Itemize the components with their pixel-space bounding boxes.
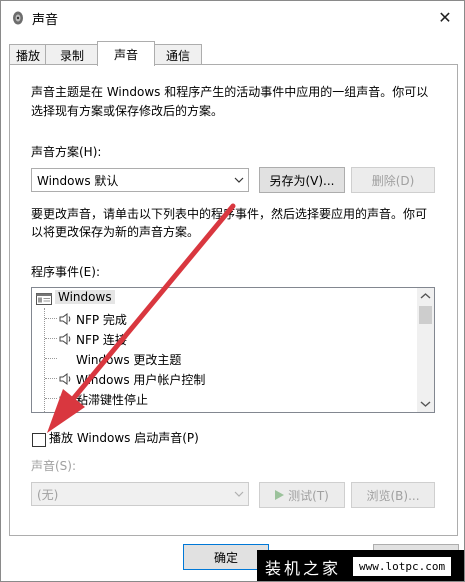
tab-recording[interactable]: 录制: [45, 44, 99, 65]
play-startup-sound-label: 播放 Windows 启动声音(P): [49, 431, 199, 445]
sound-label: 声音(S):: [31, 459, 77, 473]
speaker-app-icon: [13, 11, 23, 25]
list-item[interactable]: Windows 用户帐户控制: [32, 369, 417, 389]
list-item[interactable]: 粘滞键性停止: [32, 389, 417, 409]
speaker-icon: [59, 333, 71, 345]
close-icon: ✕: [438, 7, 452, 27]
chevron-down-icon[interactable]: [420, 400, 431, 408]
program-events-list[interactable]: Windows NFP 完成 NFP 连接 Windows 更改主题 Windo…: [31, 287, 435, 413]
play-icon: [275, 490, 285, 500]
close-button[interactable]: ✕: [431, 5, 459, 29]
save-as-button[interactable]: 另存为(V)...: [259, 167, 345, 193]
watermark-banner: 装机之家 www.lotpc.com: [257, 550, 464, 581]
chevron-up-icon[interactable]: [420, 292, 431, 300]
browse-label: 浏览(B)...: [366, 488, 420, 503]
chevron-down-icon: [234, 491, 244, 497]
delete-label: 删除(D): [371, 173, 415, 188]
list-item-label: 粘滞键性停止: [76, 393, 149, 407]
tab-label: 声音: [113, 47, 138, 62]
watermark-url: www.lotpc.com: [353, 557, 452, 576]
program-events-label: 程序事件(E):: [31, 265, 100, 279]
tab-label: 通信: [165, 48, 190, 63]
list-item-label: Windows 用户帐户控制: [76, 373, 206, 387]
delete-button[interactable]: 删除(D): [351, 167, 435, 193]
speaker-icon: [59, 373, 71, 385]
list-item[interactable]: NFP 连接: [32, 329, 417, 349]
list-item-label: Windows 更改主题: [76, 353, 182, 367]
browse-button[interactable]: 浏览(B)...: [351, 482, 435, 508]
play-startup-sound-checkbox[interactable]: [32, 433, 46, 447]
test-button[interactable]: 测试(T): [259, 482, 345, 508]
watermark-text: 装机之家: [265, 558, 342, 578]
list-item[interactable]: Windows: [32, 289, 417, 309]
test-label: 测试(T): [288, 488, 329, 503]
tab-communications[interactable]: 通信: [154, 44, 202, 65]
window-title: 声音: [32, 13, 59, 28]
tab-sounds[interactable]: 声音: [97, 41, 155, 66]
speaker-icon: [59, 313, 71, 325]
list-item-label: Windows: [55, 290, 115, 304]
scrollbar-thumb[interactable]: [419, 306, 432, 324]
sound-dialog: 声音 ✕ 播放 录制 声音 通信 声音主题是在 Windows 和程序产生的活动…: [0, 0, 465, 582]
speaker-icon: [59, 393, 71, 405]
sound-scheme-value: Windows 默认: [37, 174, 119, 188]
instructions-line1: 要更改声音，请单击以下列表中的程序事件，然后选择要应用的声音。你可: [31, 207, 428, 221]
tab-playback[interactable]: 播放: [9, 44, 47, 65]
list-item-label: NFP 完成: [76, 313, 127, 327]
sound-dropdown[interactable]: (无): [31, 482, 249, 506]
ok-label: 确定: [213, 550, 238, 565]
app-window-icon: [36, 293, 52, 305]
list-scrollbar[interactable]: [417, 288, 434, 412]
list-item[interactable]: Windows 更改主题: [32, 349, 417, 369]
title-bar[interactable]: 声音 ✕: [1, 1, 464, 35]
intro-text-line1: 声音主题是在 Windows 和程序产生的活动事件中应用的一组声音。你可以: [31, 85, 429, 99]
tab-label: 录制: [59, 48, 84, 63]
sound-scheme-label: 声音方案(H):: [31, 145, 102, 159]
sound-value: (无): [37, 488, 59, 502]
intro-text-line2: 选择现有方案或保存修改后的方案。: [31, 104, 224, 118]
instructions-line2: 以将更改保存为新的声音方案。: [31, 225, 200, 239]
tab-label: 播放: [15, 48, 40, 63]
sound-scheme-dropdown[interactable]: Windows 默认: [31, 168, 249, 192]
chevron-down-icon: [234, 177, 244, 183]
list-item[interactable]: NFP 完成: [32, 309, 417, 329]
list-item-label: NFP 连接: [76, 333, 127, 347]
save-as-label: 另存为(V)...: [269, 173, 335, 188]
